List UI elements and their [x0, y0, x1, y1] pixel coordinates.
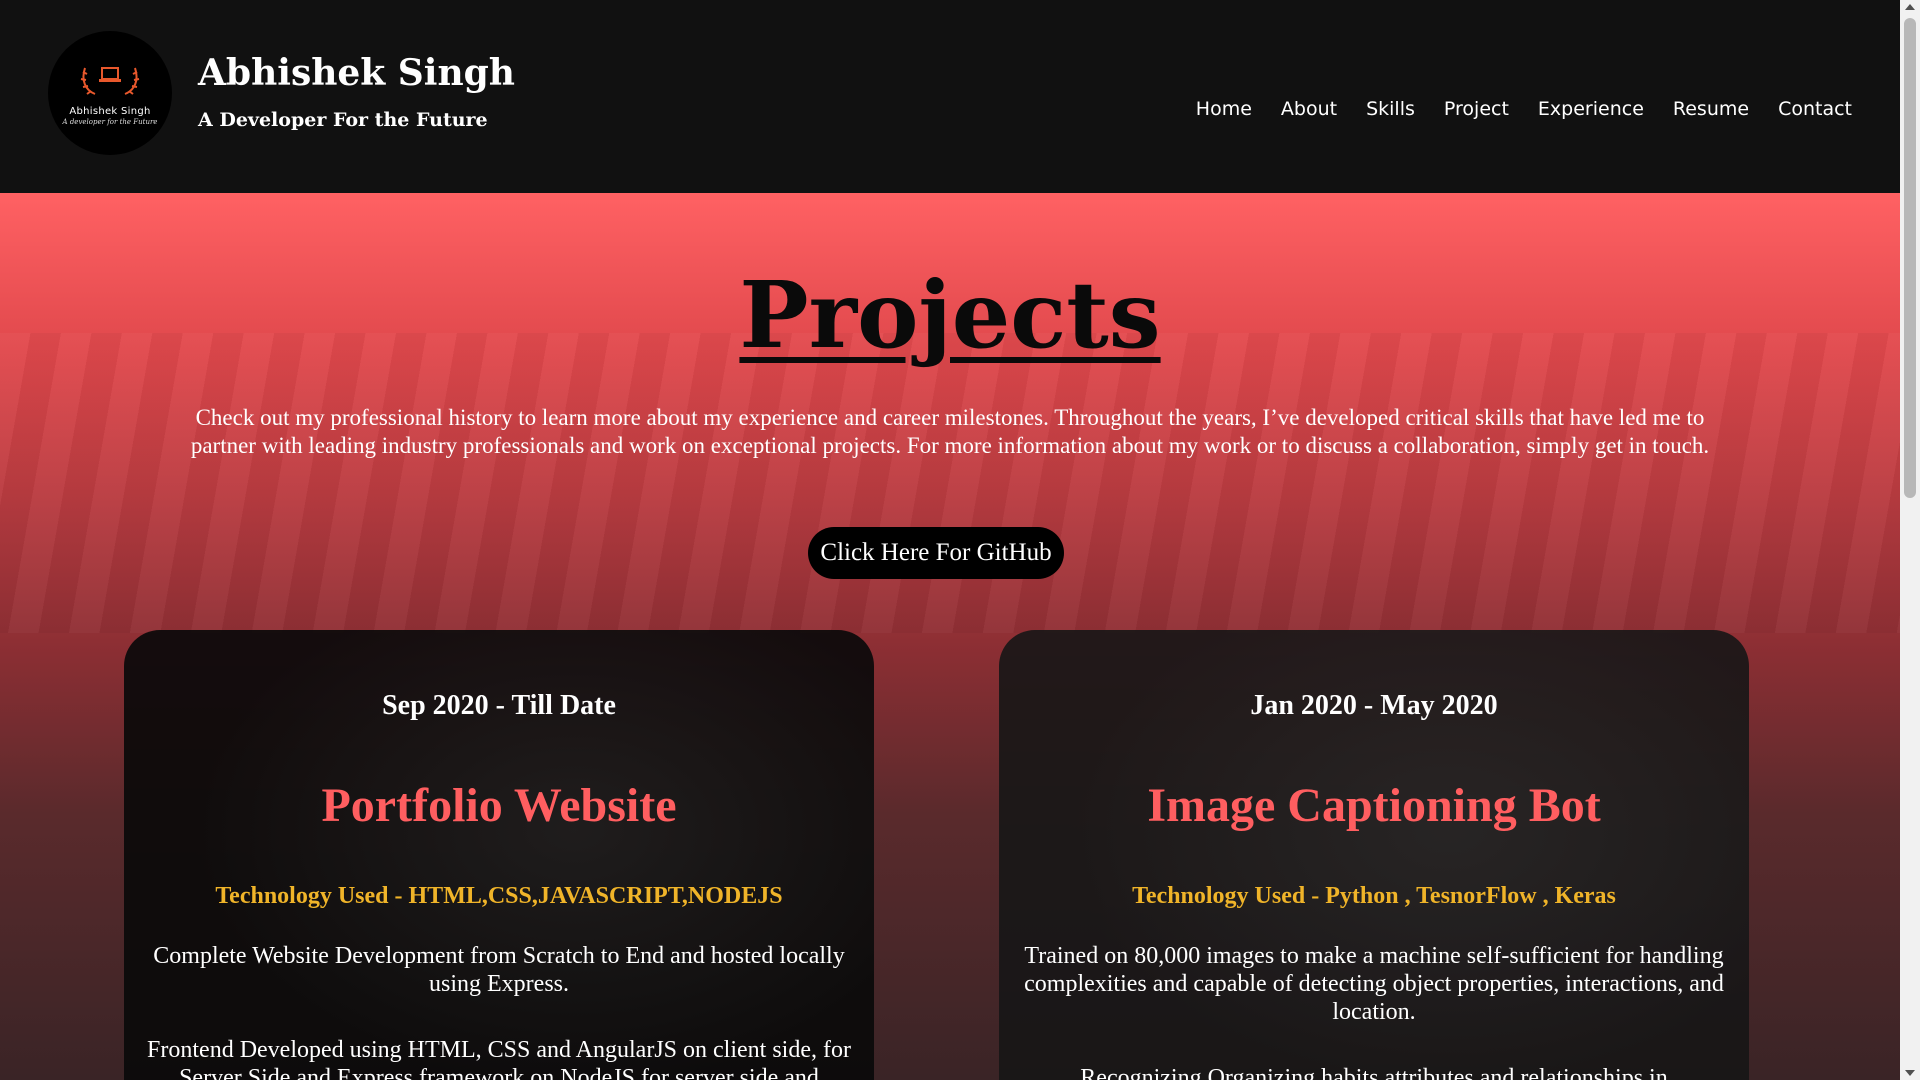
- nav-skills[interactable]: Skills: [1366, 98, 1415, 120]
- site-logo[interactable]: Abhishek Singh A developer for the Futur…: [48, 31, 172, 155]
- project-tech: Technology Used - Python , TesnorFlow , …: [1132, 883, 1616, 909]
- nav-contact[interactable]: Contact: [1778, 98, 1852, 120]
- logo-tagline: A developer for the Future: [62, 118, 158, 126]
- site-header: Abhishek Singh A developer for the Futur…: [0, 0, 1900, 193]
- nav-home[interactable]: Home: [1196, 98, 1252, 120]
- scroll-down-icon[interactable]: [1905, 1070, 1915, 1076]
- background-image: [0, 333, 1900, 633]
- laurel-laptop-icon: [80, 67, 140, 95]
- brand-subtitle: A Developer For the Future: [198, 109, 488, 131]
- project-description: Trained on 80,000 images to make a machi…: [1024, 943, 1724, 1025]
- projects-section: Projects Check out my professional histo…: [0, 193, 1900, 1080]
- nav-about[interactable]: About: [1281, 98, 1337, 120]
- page-scrollbar[interactable]: [1900, 0, 1920, 1080]
- nav-experience[interactable]: Experience: [1538, 98, 1644, 120]
- brand-title: Abhishek Singh: [198, 52, 515, 94]
- project-description-2: Frontend Developed using HTML, CSS and A…: [147, 1037, 851, 1080]
- project-description-2: Recognizing Organizing habits attributes…: [1080, 1065, 1668, 1080]
- section-intro: Check out my professional history to lea…: [190, 405, 1710, 458]
- section-title: Projects: [739, 261, 1161, 369]
- project-description: Complete Website Development from Scratc…: [153, 943, 845, 997]
- project-title: Portfolio Website: [321, 779, 677, 832]
- project-tech: Technology Used - HTML,CSS,JAVASCRIPT,NO…: [215, 883, 783, 909]
- project-card: Sep 2020 - Till Date Portfolio Website T…: [124, 630, 874, 1080]
- scroll-thumb[interactable]: [1904, 18, 1916, 498]
- main-nav: Home About Skills Project Experience Res…: [1196, 98, 1852, 120]
- logo-name: Abhishek Singh: [69, 106, 151, 117]
- project-title: Image Captioning Bot: [1147, 779, 1601, 832]
- scroll-up-icon[interactable]: [1905, 4, 1915, 10]
- github-button[interactable]: Click Here For GitHub: [808, 527, 1064, 579]
- nav-project[interactable]: Project: [1444, 98, 1509, 120]
- project-dates: Jan 2020 - May 2020: [1250, 690, 1498, 721]
- project-dates: Sep 2020 - Till Date: [382, 690, 616, 721]
- nav-resume[interactable]: Resume: [1673, 98, 1749, 120]
- project-card: Jan 2020 - May 2020 Image Captioning Bot…: [999, 630, 1749, 1080]
